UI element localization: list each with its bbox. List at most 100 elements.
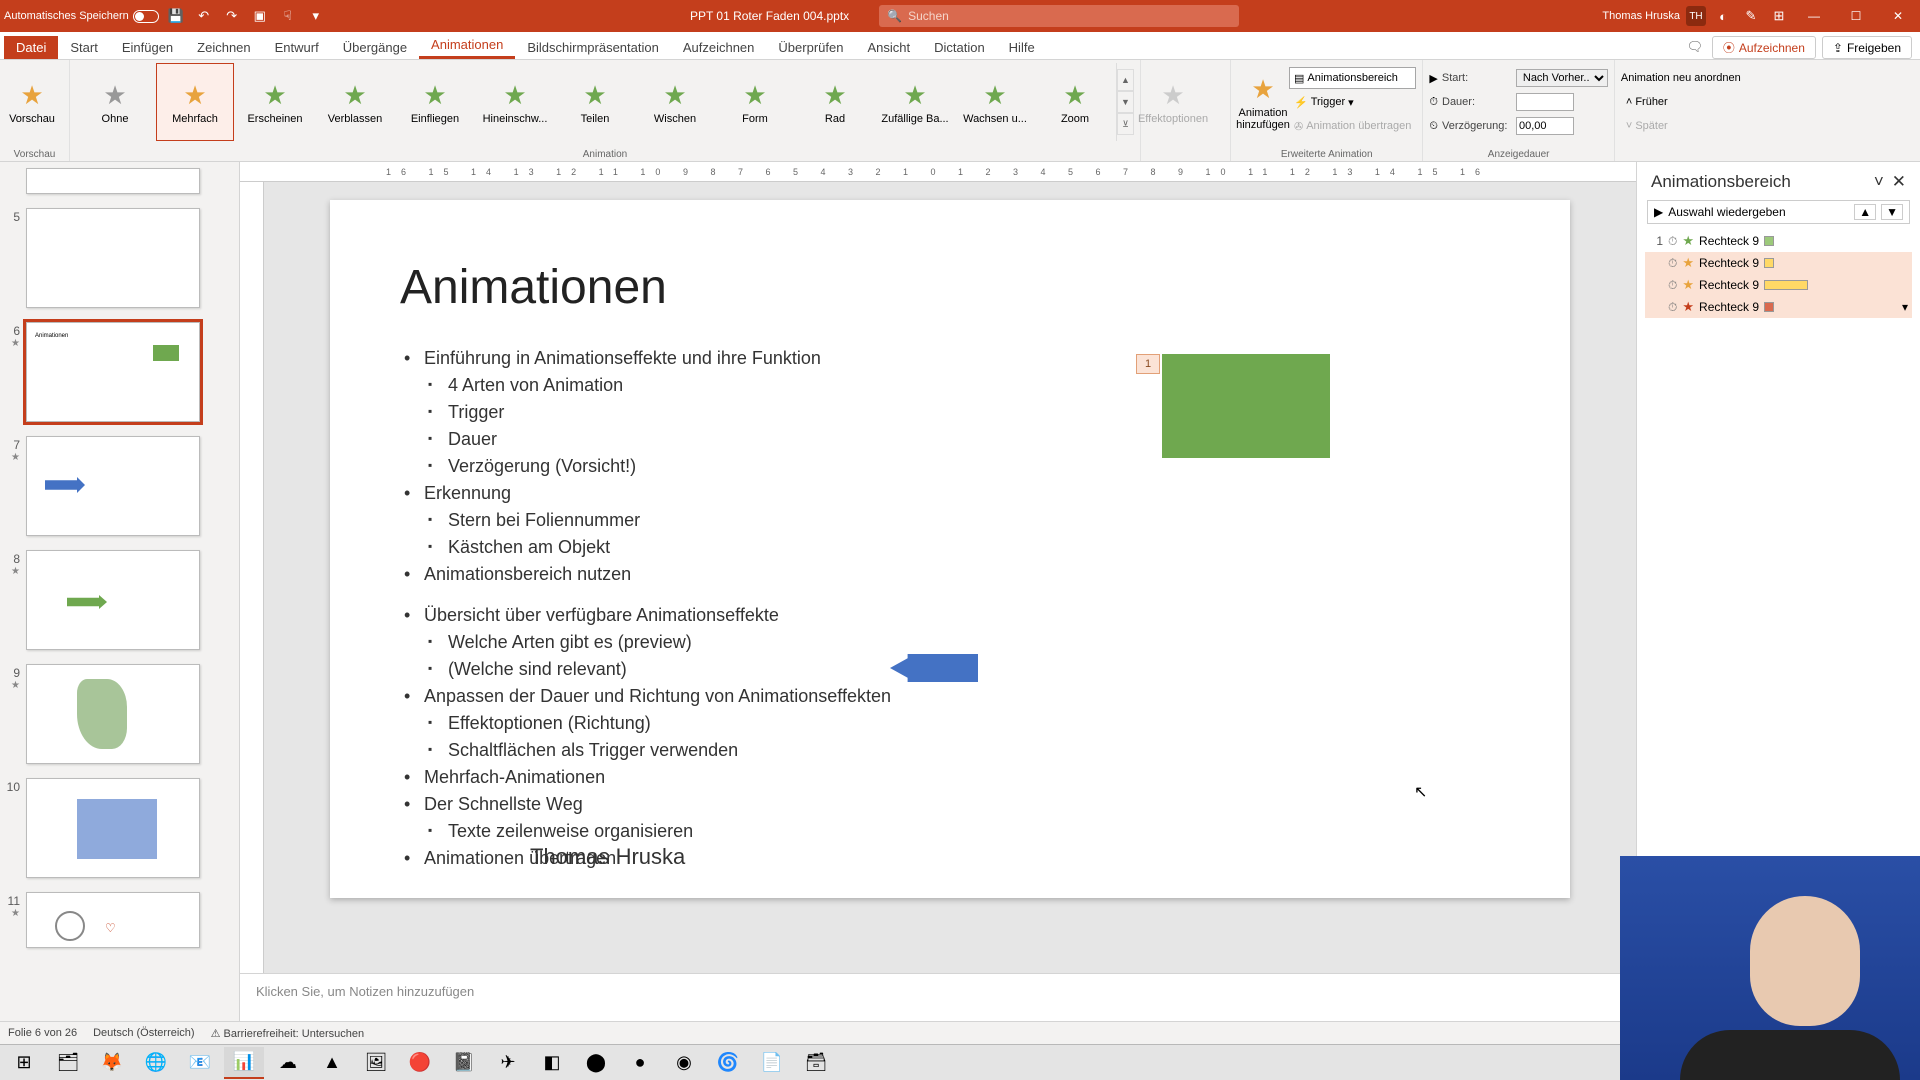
tab-draw[interactable]: Zeichnen (185, 36, 262, 59)
firefox-icon[interactable]: 🦊 (92, 1047, 132, 1079)
tab-slideshow[interactable]: Bildschirmpräsentation (515, 36, 671, 59)
anim-item-2[interactable]: ⏱★Rechteck 9 (1645, 252, 1912, 274)
gallery-floatin[interactable]: ★Hineinschw... (476, 63, 554, 141)
search-box[interactable]: 🔍 (879, 5, 1239, 27)
gallery-none[interactable]: ★Ohne (76, 63, 154, 141)
up-icon[interactable]: ▲ (1854, 204, 1876, 220)
app-icon[interactable]: ● (620, 1047, 660, 1079)
slide-title[interactable]: Animationen (400, 260, 1500, 315)
slide-thumb-7[interactable] (26, 436, 200, 536)
app-icon[interactable]: 🔴 (400, 1047, 440, 1079)
present-icon[interactable]: ▣ (249, 5, 271, 27)
record-button[interactable]: ⦿Aufzeichnen (1712, 36, 1816, 59)
minimize-button[interactable]: — (1796, 2, 1832, 30)
close-button[interactable]: ✕ (1880, 2, 1916, 30)
tab-animations[interactable]: Animationen (419, 33, 515, 59)
add-animation-button[interactable]: ★ Animation hinzufügen (1237, 63, 1289, 141)
gallery-flyin[interactable]: ★Einfliegen (396, 63, 474, 141)
gallery-down-icon[interactable]: ▼ (1117, 91, 1134, 113)
preview-button[interactable]: ★ Vorschau (6, 63, 58, 141)
draw-icon[interactable]: ✎ (1740, 5, 1762, 27)
delay-input[interactable] (1516, 117, 1574, 135)
autosave-toggle[interactable]: Automatisches Speichern (4, 10, 159, 23)
save-icon[interactable]: 💾 (165, 5, 187, 27)
slide-thumb-10[interactable] (26, 778, 200, 878)
slide-thumb-8[interactable] (26, 550, 200, 650)
slide-canvas[interactable]: Animationen Einführung in Animationseffe… (264, 182, 1636, 973)
app-icon[interactable]: ☁ (268, 1047, 308, 1079)
app-icon[interactable]: ◉ (664, 1047, 704, 1079)
gallery-more-icon[interactable]: ⊻ (1117, 113, 1134, 135)
tab-record[interactable]: Aufzeichnen (671, 36, 767, 59)
telegram-icon[interactable]: ✈ (488, 1047, 528, 1079)
file-tab[interactable]: Datei (4, 36, 58, 59)
gallery-randombars[interactable]: ★Zufällige Ba... (876, 63, 954, 141)
green-rectangle-shape[interactable] (1162, 354, 1330, 458)
chevron-down-icon[interactable]: ˅ (1874, 172, 1884, 192)
animation-tag[interactable]: 1 (1136, 354, 1160, 374)
gallery-fade[interactable]: ★Verblassen (316, 63, 394, 141)
window-icon[interactable]: ⊞ (1768, 5, 1790, 27)
tab-help[interactable]: Hilfe (997, 36, 1047, 59)
powerpoint-icon[interactable]: 📊 (224, 1047, 264, 1079)
anim-item-3[interactable]: ⏱★Rechteck 9 (1645, 274, 1912, 296)
onenote-icon[interactable]: 📓 (444, 1047, 484, 1079)
slide[interactable]: Animationen Einführung in Animationseffe… (330, 200, 1570, 898)
app-icon[interactable]: 🖼 (356, 1047, 396, 1079)
language-label[interactable]: Deutsch (Österreich) (93, 1027, 194, 1039)
gallery-shape[interactable]: ★Form (716, 63, 794, 141)
close-pane-icon[interactable]: ✕ (1892, 172, 1906, 192)
outlook-icon[interactable]: 📧 (180, 1047, 220, 1079)
user-avatar[interactable]: TH (1686, 6, 1706, 26)
share-button[interactable]: ⇪Freigeben (1822, 36, 1912, 59)
play-selection-button[interactable]: ▶Auswahl wiedergeben▲▼ (1647, 200, 1910, 224)
slide-counter[interactable]: Folie 6 von 26 (8, 1027, 77, 1039)
gallery-grow[interactable]: ★Wachsen u... (956, 63, 1034, 141)
slide-thumb-5[interactable] (26, 208, 200, 308)
chrome-icon[interactable]: 🌐 (136, 1047, 176, 1079)
maximize-button[interactable]: ☐ (1838, 2, 1874, 30)
app-icon[interactable]: ◧ (532, 1047, 572, 1079)
gallery-wipe[interactable]: ★Wischen (636, 63, 714, 141)
anim-item-1[interactable]: 1⏱★Rechteck 9 (1645, 230, 1912, 252)
toggle-switch-icon[interactable] (133, 10, 159, 23)
search-input[interactable] (908, 9, 1231, 23)
trigger-button[interactable]: ⚡Trigger ▾ (1289, 91, 1416, 113)
edge-icon[interactable]: 🌀 (708, 1047, 748, 1079)
touch-icon[interactable]: ☟ (277, 5, 299, 27)
app-icon[interactable]: 📄 (752, 1047, 792, 1079)
qat-more-icon[interactable]: ▾ (305, 5, 327, 27)
tab-start[interactable]: Start (58, 36, 109, 59)
tab-insert[interactable]: Einfügen (110, 36, 185, 59)
accessibility-label[interactable]: ⚠ Barrierefreiheit: Untersuchen (211, 1027, 365, 1040)
gallery-zoom[interactable]: ★Zoom (1036, 63, 1114, 141)
slide-thumb-11[interactable]: ♡ (26, 892, 200, 948)
tab-dictation[interactable]: Dictation (922, 36, 997, 59)
duration-input[interactable] (1516, 93, 1574, 111)
undo-icon[interactable]: ↶ (193, 5, 215, 27)
obs-icon[interactable]: ⬤ (576, 1047, 616, 1079)
redo-icon[interactable]: ↷ (221, 5, 243, 27)
gallery-split[interactable]: ★Teilen (556, 63, 634, 141)
gallery-multiple[interactable]: ★Mehrfach (156, 63, 234, 141)
tab-view[interactable]: Ansicht (855, 36, 922, 59)
app-icon[interactable]: 🗃 (796, 1047, 836, 1079)
comments-icon[interactable]: 🗨 (1684, 36, 1706, 58)
slide-thumbnails[interactable]: 5 6★Animationen 7★ 8★ 9★ 10 11★♡ (0, 162, 240, 1021)
start-select[interactable]: Nach Vorher... (1516, 69, 1608, 87)
gallery-up-icon[interactable]: ▲ (1117, 69, 1134, 91)
tab-transitions[interactable]: Übergänge (331, 36, 419, 59)
slide-content[interactable]: Einführung in Animationseffekte und ihre… (400, 345, 1500, 588)
anim-item-4[interactable]: ⏱★Rechteck 9▾ (1645, 296, 1912, 318)
gallery-wheel[interactable]: ★Rad (796, 63, 874, 141)
dropdown-icon[interactable]: ▾ (1902, 300, 1908, 314)
down-icon[interactable]: ▼ (1881, 204, 1903, 220)
animation-pane-button[interactable]: ▤Animationsbereich (1289, 67, 1416, 89)
slide-thumb-9[interactable] (26, 664, 200, 764)
vlc-icon[interactable]: ▲ (312, 1047, 352, 1079)
explorer-icon[interactable]: 🗂 (48, 1047, 88, 1079)
gallery-appear[interactable]: ★Erscheinen (236, 63, 314, 141)
start-menu-icon[interactable]: ⊞ (4, 1047, 44, 1079)
tab-review[interactable]: Überprüfen (766, 36, 855, 59)
move-earlier-button[interactable]: ˄Früher (1621, 91, 1741, 113)
